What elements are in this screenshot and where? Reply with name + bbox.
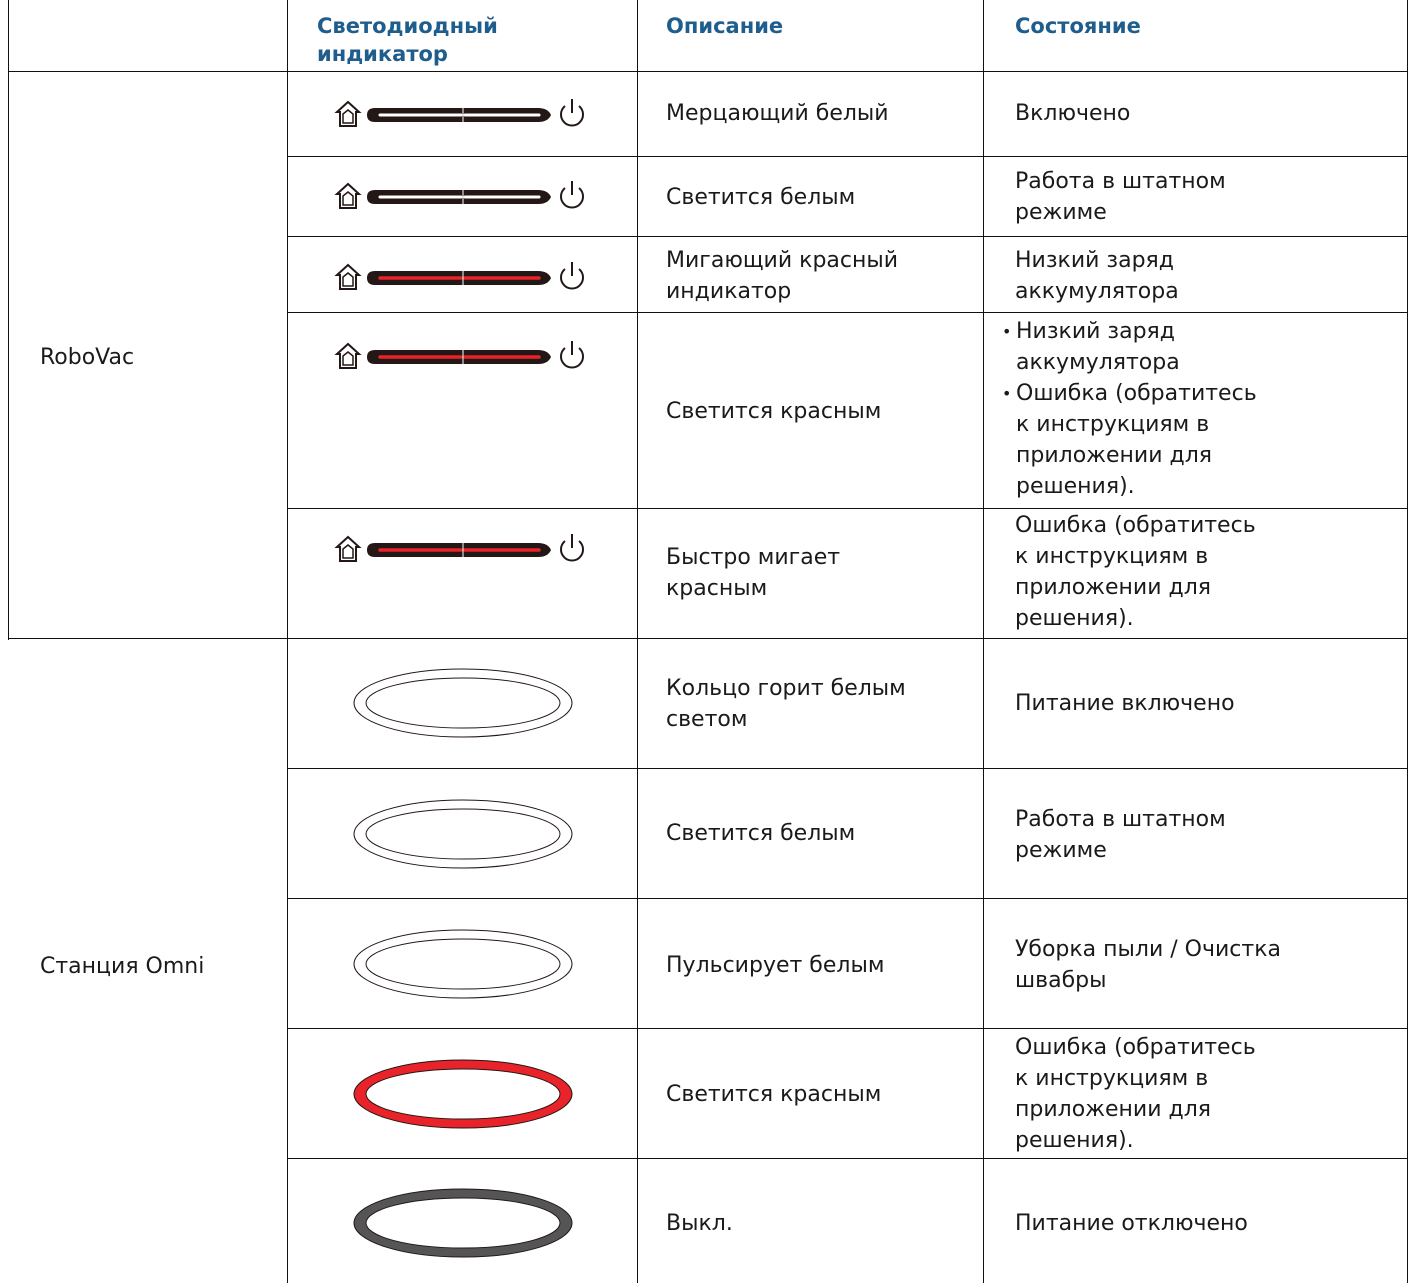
description-cell: Светится белым bbox=[666, 182, 855, 213]
grid-line bbox=[287, 312, 1408, 313]
description-line: индикатор bbox=[666, 279, 792, 304]
status-line: Питание включено bbox=[1015, 691, 1235, 716]
status-line: швабры bbox=[1015, 968, 1107, 993]
status-line: Работа в штатном bbox=[1015, 807, 1226, 832]
description-line: Светится красным bbox=[666, 399, 882, 424]
grid-line bbox=[287, 508, 1408, 509]
status-line: приложении для bbox=[1015, 1097, 1212, 1122]
omni-ring-light-icon bbox=[353, 1188, 573, 1258]
omni-ring-light-icon bbox=[353, 929, 573, 999]
description-line: Быстро мигает bbox=[666, 545, 841, 570]
description-line: красным bbox=[666, 576, 768, 601]
status-cell: Уборка пыли / Очистка швабры bbox=[1015, 934, 1281, 996]
status-line: к инструкциям в bbox=[1015, 1066, 1209, 1091]
robovac-led-panel-icon bbox=[334, 534, 584, 562]
status-line: решения). bbox=[1016, 474, 1135, 499]
status-line: приложении для bbox=[1016, 443, 1213, 468]
status-line: Питание отключено bbox=[1015, 1211, 1248, 1236]
description-line: Светится белым bbox=[666, 185, 856, 210]
status-line: приложении для bbox=[1015, 575, 1212, 600]
grid-line bbox=[983, 0, 984, 1283]
status-line: Низкий заряд bbox=[1015, 248, 1175, 273]
description-line: Выкл. bbox=[666, 1211, 733, 1236]
omni-ring-light-icon bbox=[353, 1059, 573, 1129]
header-description: Описание bbox=[666, 14, 784, 38]
status-cell: Включено bbox=[1015, 98, 1130, 129]
grid-line bbox=[287, 898, 1408, 899]
grid-line bbox=[8, 638, 1408, 639]
description-cell: Светится красным bbox=[666, 1079, 881, 1110]
header-led-indicator: Светодиодный индикатор bbox=[317, 12, 498, 68]
status-line: решения). bbox=[1015, 606, 1134, 631]
grid-line bbox=[287, 236, 1408, 237]
group-label-robovac: RoboVac bbox=[40, 345, 135, 370]
status-bullet: Ошибка (обратитесь к инструкциям в прило… bbox=[1002, 378, 1257, 502]
status-line: режиме bbox=[1015, 200, 1107, 225]
description-cell: Мигающий красный индикатор bbox=[666, 245, 898, 307]
status-line: решения). bbox=[1015, 1128, 1134, 1153]
description-line: Светится красным bbox=[666, 1082, 882, 1107]
description-cell: Кольцо горит белым светом bbox=[666, 673, 906, 735]
description-line: светом bbox=[666, 707, 748, 732]
description-line: Мигающий красный bbox=[666, 248, 899, 273]
status-line: Включено bbox=[1015, 101, 1131, 126]
status-line: аккумулятора bbox=[1016, 350, 1180, 375]
description-line: Кольцо горит белым bbox=[666, 676, 906, 701]
status-cell: Питание включено bbox=[1015, 688, 1235, 719]
grid-line bbox=[8, 71, 1408, 72]
robovac-led-panel-icon bbox=[334, 262, 584, 290]
robovac-led-panel-icon bbox=[334, 341, 584, 369]
description-cell: Светится красным bbox=[666, 396, 881, 427]
description-cell: Мерцающий белый bbox=[666, 98, 889, 129]
header-led-line2: индикатор bbox=[317, 42, 448, 66]
status-line: аккумулятора bbox=[1015, 279, 1179, 304]
status-line: Ошибка (обратитесь bbox=[1016, 381, 1257, 406]
group-label-omni-station: Станция Omni bbox=[40, 954, 205, 979]
status-cell: Питание отключено bbox=[1015, 1208, 1248, 1239]
grid-line bbox=[287, 1028, 1408, 1029]
status-cell: Низкий заряд аккумулятора Ошибка (обрати… bbox=[1002, 316, 1257, 502]
description-cell: Выкл. bbox=[666, 1208, 733, 1239]
status-line: Уборка пыли / Очистка bbox=[1015, 937, 1281, 962]
status-line: Низкий заряд bbox=[1016, 319, 1176, 344]
status-cell: Работа в штатном режиме bbox=[1015, 804, 1226, 866]
status-bullet: Низкий заряд аккумулятора bbox=[1002, 316, 1257, 378]
grid-line bbox=[287, 156, 1408, 157]
description-cell: Быстро мигает красным bbox=[666, 542, 840, 604]
description-cell: Пульсирует белым bbox=[666, 950, 884, 981]
description-line: Светится белым bbox=[666, 821, 856, 846]
grid-line bbox=[287, 0, 288, 1283]
status-cell: Ошибка (обратитесь к инструкциям в прило… bbox=[1015, 1032, 1256, 1156]
header-led-line1: Светодиодный bbox=[317, 14, 498, 38]
description-line: Пульсирует белым bbox=[666, 953, 885, 978]
description-cell: Светится белым bbox=[666, 818, 855, 849]
omni-ring-light-icon bbox=[353, 799, 573, 869]
description-line: Мерцающий белый bbox=[666, 101, 889, 126]
grid-line bbox=[287, 768, 1408, 769]
robovac-led-panel-icon bbox=[334, 99, 584, 127]
header-status: Состояние bbox=[1015, 14, 1141, 38]
grid-line bbox=[637, 0, 638, 1283]
omni-ring-light-icon bbox=[353, 668, 573, 738]
status-line: Ошибка (обратитесь bbox=[1015, 513, 1256, 538]
status-line: к инструкциям в bbox=[1016, 412, 1210, 437]
status-cell: Низкий заряд аккумулятора bbox=[1015, 245, 1179, 307]
robovac-led-panel-icon bbox=[334, 181, 584, 209]
status-line: к инструкциям в bbox=[1015, 544, 1209, 569]
led-status-table: Светодиодный индикатор Описание Состояни… bbox=[0, 0, 1408, 1283]
grid-line bbox=[287, 1158, 1408, 1159]
status-line: режиме bbox=[1015, 838, 1107, 863]
grid-line bbox=[8, 0, 9, 640]
status-cell: Работа в штатном режиме bbox=[1015, 166, 1226, 228]
status-cell: Ошибка (обратитесь к инструкциям в прило… bbox=[1015, 510, 1256, 634]
status-line: Работа в штатном bbox=[1015, 169, 1226, 194]
status-line: Ошибка (обратитесь bbox=[1015, 1035, 1256, 1060]
